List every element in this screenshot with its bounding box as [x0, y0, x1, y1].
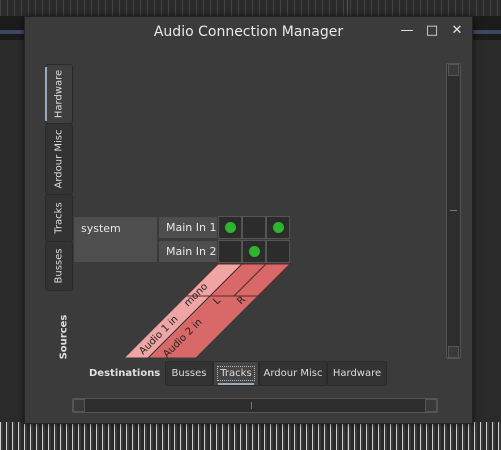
scroll-right-button[interactable]: [425, 399, 437, 412]
scroll-grip: [450, 210, 457, 211]
destinations-label: Destinations: [89, 368, 161, 379]
scroll-left-button[interactable]: [73, 399, 85, 412]
destination-tab-hardware[interactable]: Hardware: [327, 361, 387, 386]
scroll-down-button[interactable]: [448, 346, 459, 358]
destination-tab-tracks[interactable]: Tracks: [213, 361, 259, 386]
audio-connection-manager-dialog: Audio Connection Manager — □ ✕ Hardware …: [24, 16, 473, 424]
vertical-scrollbar[interactable]: [446, 63, 461, 359]
horizontal-scrollbar[interactable]: [72, 398, 438, 413]
destination-tab-ardour-misc[interactable]: Ardour Misc: [259, 361, 327, 386]
background-editor-bottom: [0, 422, 501, 450]
destination-tab-label: Hardware: [332, 368, 382, 379]
destination-tab-label: Ardour Misc: [263, 368, 323, 379]
destination-tab-label: Busses: [171, 368, 207, 379]
scroll-up-button[interactable]: [448, 64, 459, 76]
scroll-grip: [251, 402, 252, 409]
background-ruler: [0, 0, 501, 16]
destination-tab-busses[interactable]: Busses: [165, 361, 213, 386]
destination-tab-label: Tracks: [217, 366, 255, 381]
